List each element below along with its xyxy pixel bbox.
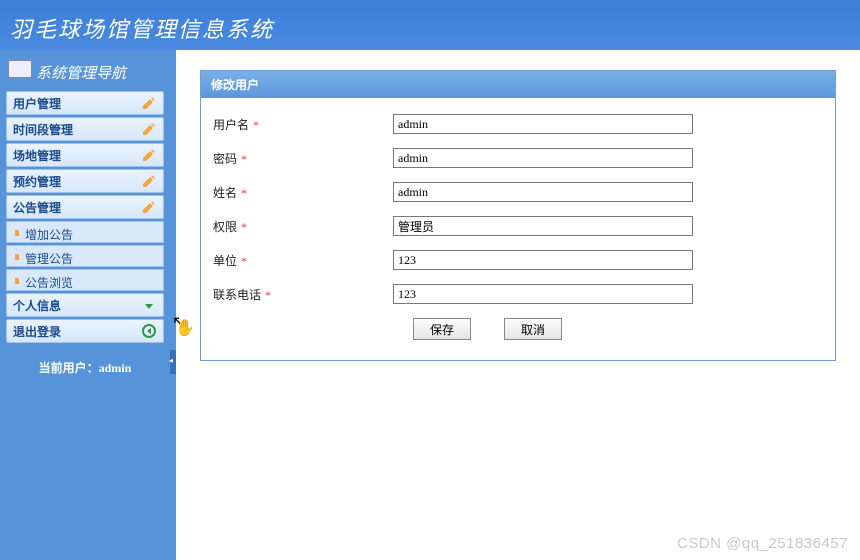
panel-title: 修改用户: [201, 71, 835, 98]
main-layout: 系统管理导航 用户管理 时间段管理 场地管理 预约管理 公告管理 增加公告 管理…: [0, 50, 860, 560]
sidebar-item-timeslot-mgmt[interactable]: 时间段管理: [6, 117, 164, 141]
watermark: CSDN @qq_251836457: [677, 535, 848, 552]
input-password[interactable]: [393, 148, 693, 168]
label-realname: 姓名*: [213, 184, 393, 201]
form-row-username: 用户名*: [213, 114, 823, 134]
sidebar-item-label: 公告管理: [13, 199, 61, 216]
required-mark: *: [265, 288, 271, 302]
label-unit: 单位*: [213, 252, 393, 269]
sidebar-item-profile[interactable]: 个人信息: [6, 293, 164, 317]
edit-user-panel: 修改用户 用户名* 密码* 姓名* 权限*: [200, 70, 836, 361]
edit-icon: [141, 199, 157, 215]
cancel-button[interactable]: 取消: [504, 318, 562, 340]
arrow-down-icon: [141, 297, 157, 313]
form-row-unit: 单位*: [213, 250, 823, 270]
sidebar-item-court-mgmt[interactable]: 场地管理: [6, 143, 164, 167]
form-row-phone: 联系电话*: [213, 284, 823, 304]
sidebar-item-notice-mgmt[interactable]: 公告管理: [6, 195, 164, 219]
input-username[interactable]: [393, 114, 693, 134]
form-row-realname: 姓名*: [213, 182, 823, 202]
form-row-role: 权限*: [213, 216, 823, 236]
sidebar-sub-label: 公告浏览: [25, 276, 73, 290]
sidebar-item-booking-mgmt[interactable]: 预约管理: [6, 169, 164, 193]
required-mark: *: [253, 118, 259, 132]
label-password: 密码*: [213, 150, 393, 167]
sidebar-sub-label: 增加公告: [25, 228, 73, 242]
input-realname[interactable]: [393, 182, 693, 202]
sidebar-item-user-mgmt[interactable]: 用户管理: [6, 91, 164, 115]
content-area: 修改用户 用户名* 密码* 姓名* 权限*: [176, 50, 860, 560]
save-button[interactable]: 保存: [413, 318, 471, 340]
sidebar-item-label: 场地管理: [13, 147, 61, 164]
label-phone: 联系电话*: [213, 286, 393, 303]
input-unit[interactable]: [393, 250, 693, 270]
sidebar-sub-browse-notice[interactable]: 公告浏览: [6, 269, 164, 291]
required-mark: *: [241, 254, 247, 268]
input-role[interactable]: [393, 216, 693, 236]
sidebar-sub-manage-notice[interactable]: 管理公告: [6, 245, 164, 267]
app-header: 羽毛球场馆管理信息系统: [0, 0, 860, 50]
app-title: 羽毛球场馆管理信息系统: [10, 17, 274, 42]
required-mark: *: [241, 186, 247, 200]
edit-icon: [141, 121, 157, 137]
panel-body: 用户名* 密码* 姓名* 权限* 单位*: [201, 98, 835, 360]
button-row: 保存 取消: [213, 318, 823, 340]
edit-icon: [141, 147, 157, 163]
sidebar-sub-add-notice[interactable]: 增加公告: [6, 221, 164, 243]
edit-icon: [141, 173, 157, 189]
input-phone[interactable]: [393, 284, 693, 304]
sidebar-item-logout[interactable]: 退出登录: [6, 319, 164, 343]
exit-icon: [141, 323, 157, 339]
label-username: 用户名*: [213, 116, 393, 133]
form-row-password: 密码*: [213, 148, 823, 168]
required-mark: *: [241, 152, 247, 166]
required-mark: *: [241, 220, 247, 234]
sidebar-item-label: 预约管理: [13, 173, 61, 190]
sidebar-item-label: 时间段管理: [13, 121, 73, 138]
collapse-handle[interactable]: [170, 350, 176, 374]
edit-icon: [141, 95, 157, 111]
sidebar-item-label: 个人信息: [13, 297, 61, 314]
sidebar-item-label: 用户管理: [13, 95, 61, 112]
sidebar-sub-label: 管理公告: [25, 252, 73, 266]
sidebar-divider: [170, 50, 176, 560]
current-user-label: 当前用户：admin: [6, 345, 164, 390]
sidebar: 系统管理导航 用户管理 时间段管理 场地管理 预约管理 公告管理 增加公告 管理…: [0, 50, 170, 560]
sidebar-item-label: 退出登录: [13, 323, 61, 340]
label-role: 权限*: [213, 218, 393, 235]
sidebar-title: 系统管理导航: [6, 58, 164, 91]
